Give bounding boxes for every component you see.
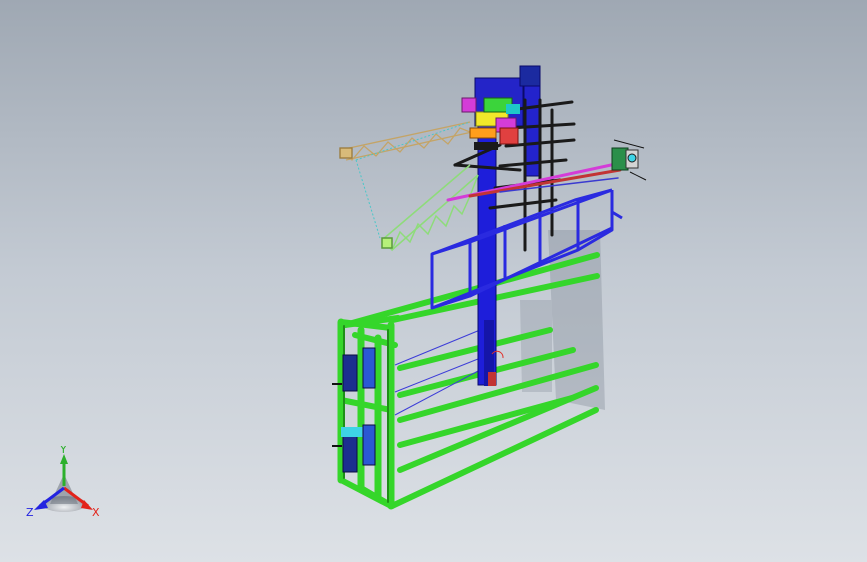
end-effector[interactable] (611, 139, 647, 181)
y-axis-label: Y (59, 446, 67, 456)
x-axis-label: X (92, 506, 100, 519)
3d-model-view[interactable] (0, 0, 867, 562)
crane-jib[interactable] (381, 164, 479, 252)
orientation-triad[interactable]: Y X Z (20, 446, 110, 526)
hoist-machinery[interactable] (461, 97, 520, 150)
z-axis-label: Z (26, 506, 34, 519)
graphics-viewport[interactable]: Y X Z (0, 0, 867, 562)
